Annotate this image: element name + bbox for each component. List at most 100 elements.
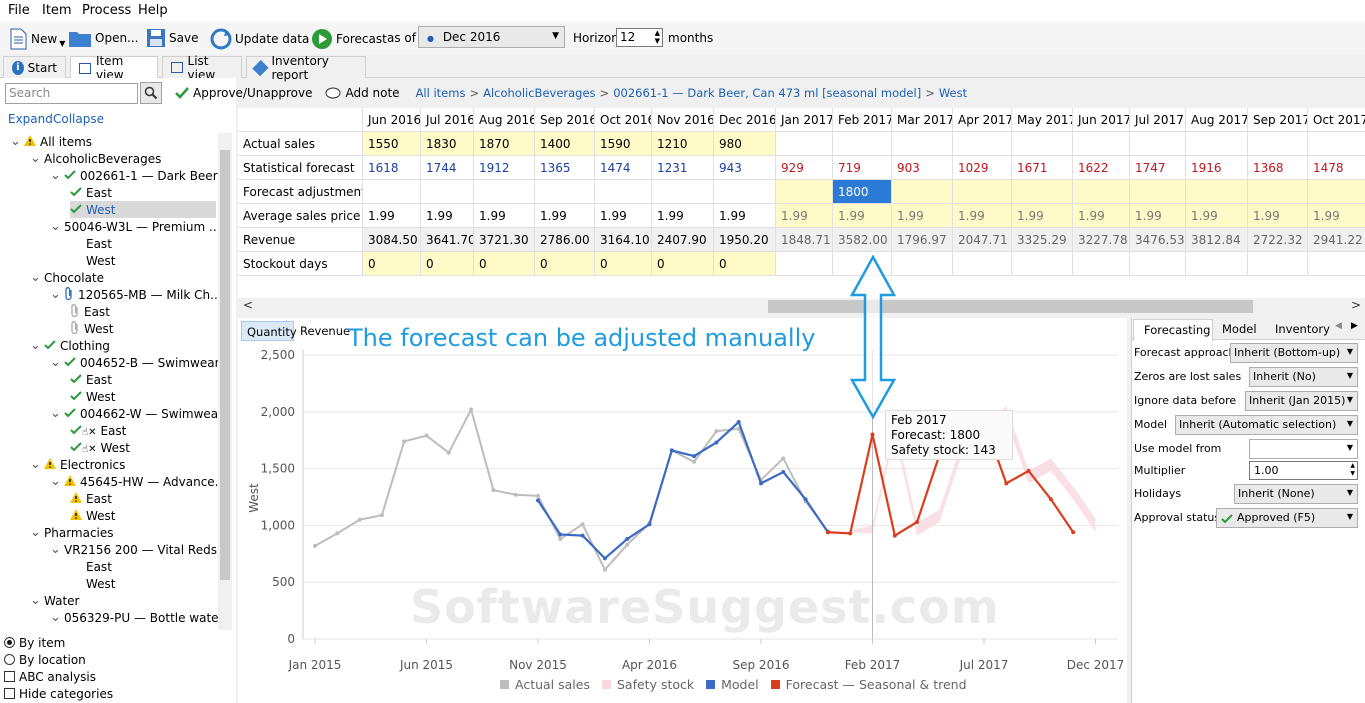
tab-scroll-right-icon[interactable]: ▶ [1351, 321, 1358, 331]
column-header[interactable]: Aug 2017 [1186, 108, 1248, 132]
by-item-radio[interactable]: By item [4, 634, 65, 651]
save-button[interactable]: Save [146, 28, 198, 48]
chevron-down-icon[interactable]: ⌄ [50, 220, 61, 233]
chevron-down-icon[interactable]: ⌄ [50, 288, 61, 301]
column-header[interactable]: Sep 2016 [535, 108, 595, 132]
adjustment-cell[interactable] [1308, 180, 1365, 204]
column-header[interactable]: Nov 2016 [652, 108, 714, 132]
chevron-down-icon[interactable]: ⌄ [30, 271, 41, 284]
menu-file[interactable]: File [8, 3, 30, 18]
chevron-down-icon[interactable]: ⌄ [50, 611, 61, 624]
adjustment-cell[interactable] [1073, 180, 1130, 204]
adjustment-cell[interactable]: 1800 [833, 180, 892, 204]
tree-category[interactable]: ⌄ Electronics [30, 456, 125, 473]
chevron-down-icon[interactable]: ⌄ [50, 407, 61, 420]
chevron-down-icon[interactable]: ⌄ [30, 458, 41, 471]
tree-category[interactable]: ⌄ AlcoholicBeverages [30, 150, 161, 167]
tree-location[interactable]: West [70, 388, 116, 405]
tree-item[interactable]: ⌄ 120565-MB — Milk Ch... [50, 286, 218, 303]
search-input[interactable]: Search [5, 83, 138, 104]
grid-horizontal-scrollbar[interactable]: < > [238, 298, 1365, 315]
tree-category[interactable]: ⌄ Chocolate [30, 269, 104, 286]
adjustment-cell[interactable] [953, 180, 1012, 204]
tree-item[interactable]: ⌄ 002661-1 — Dark Beer, ... [50, 167, 218, 184]
scroll-thumb[interactable] [768, 300, 1253, 313]
search-button[interactable] [140, 82, 162, 104]
tree-scrollbar[interactable] [218, 133, 232, 630]
column-header[interactable]: Apr 2017 [953, 108, 1012, 132]
abc-analysis-checkbox[interactable]: ABC analysis [4, 668, 96, 685]
chevron-down-icon[interactable]: ⌄ [50, 475, 61, 488]
tree-location[interactable]: ☝✕ West [70, 439, 130, 456]
chevron-down-icon[interactable]: ⌄ [30, 152, 41, 165]
menu-process[interactable]: Process [82, 3, 131, 18]
tab-model[interactable]: Model [1222, 322, 1257, 336]
zeros-lost-sales-select[interactable]: Inherit (No) [1249, 367, 1358, 387]
spinner-icon[interactable]: ▲ ▼ [1350, 462, 1355, 478]
tree-item[interactable]: ⌄ 45645-HW — Advance... [50, 473, 218, 490]
chevron-down-icon[interactable]: ⌄ [50, 543, 61, 556]
tree-location[interactable]: West [70, 201, 216, 218]
column-header[interactable]: May 2017 [1012, 108, 1073, 132]
tab-inventory[interactable]: Inventory [1275, 322, 1330, 336]
tree-category[interactable]: ⌄ Water [30, 592, 79, 609]
tree-item[interactable]: ⌄ 004652-B — Swimwear... [50, 354, 218, 371]
model-select[interactable]: Inherit (Automatic selection) [1175, 415, 1358, 435]
tree-root[interactable]: ⌄ All items [10, 133, 92, 150]
column-header[interactable]: Feb 2017 [833, 108, 892, 132]
adjustment-cell[interactable] [652, 180, 714, 204]
tab-forecasting[interactable]: Forecasting [1133, 319, 1213, 341]
column-header[interactable]: Dec 2016 [714, 108, 776, 132]
tree-location[interactable]: East [70, 303, 110, 320]
column-header[interactable]: Jan 2017 [776, 108, 833, 132]
adjustment-cell[interactable] [1130, 180, 1186, 204]
tree-location[interactable]: East [70, 558, 112, 575]
menu-help[interactable]: Help [138, 3, 168, 18]
tab-item-view[interactable]: Item view [70, 54, 158, 82]
tree-location[interactable]: West [70, 252, 116, 269]
tree-location[interactable]: East [70, 490, 112, 507]
as-of-select[interactable]: ● Dec 2016 ▼ [418, 26, 565, 48]
adjustment-cell[interactable] [776, 180, 833, 204]
adjustment-cell[interactable] [535, 180, 595, 204]
collapse-link[interactable]: Collapse [53, 112, 104, 126]
chevron-down-icon[interactable]: ⌄ [50, 356, 61, 369]
add-note-button[interactable]: Add note [325, 86, 400, 100]
tree-location[interactable]: East [70, 371, 112, 388]
scroll-left-icon[interactable]: < [243, 298, 253, 312]
tree-category[interactable]: ⌄ Pharmacies [30, 524, 114, 541]
tab-inventory-report[interactable]: Inventory report [246, 54, 366, 82]
chevron-down-icon[interactable]: ⌄ [30, 526, 41, 539]
menu-item[interactable]: Item [42, 3, 72, 18]
expand-link[interactable]: Expand [8, 112, 53, 126]
adjustment-cell[interactable] [1186, 180, 1248, 204]
tree-item[interactable]: ⌄VR2156 200 — Vital Reds 2... [50, 541, 218, 558]
column-header[interactable]: Mar 2017 [892, 108, 953, 132]
tree-location[interactable]: West [70, 507, 116, 524]
tree-location[interactable]: East [70, 235, 112, 252]
breadcrumb-all-items[interactable]: All items [416, 86, 466, 100]
adjustment-cell[interactable] [421, 180, 474, 204]
approval-status-select[interactable]: Approved (F5) [1216, 508, 1358, 528]
approve-button[interactable]: Approve/Unapprove [175, 86, 312, 100]
column-header[interactable]: Jul 2016 [421, 108, 474, 132]
multiplier-input[interactable]: 1.00 ▲ ▼ [1249, 461, 1358, 480]
holidays-select[interactable]: Inherit (None) [1234, 484, 1358, 504]
tree-category[interactable]: ⌄ Clothing [30, 337, 110, 354]
horizon-input[interactable]: 12 ▲ ▼ [616, 28, 663, 47]
adjustment-cell[interactable] [474, 180, 535, 204]
tree-item[interactable]: ⌄ 50046-W3L — Premium ... [50, 218, 218, 235]
tab-start[interactable]: i Start [3, 56, 66, 78]
hide-categories-checkbox[interactable]: Hide categories [4, 685, 113, 702]
column-header[interactable]: Jun 2017 [1073, 108, 1130, 132]
update-data-button[interactable]: Update data [210, 28, 309, 50]
breadcrumb-category[interactable]: AlcoholicBeverages [483, 86, 595, 100]
adjustment-cell[interactable] [595, 180, 652, 204]
adjustment-cell[interactable] [892, 180, 953, 204]
forecast-button[interactable]: Forecast [311, 28, 387, 50]
chevron-down-icon[interactable]: ⌄ [10, 135, 21, 148]
tree-location[interactable]: ☝✕ East [70, 422, 126, 439]
forecast-approach-select[interactable]: Inherit (Bottom-up) [1230, 343, 1358, 363]
column-header[interactable]: Aug 2016 [474, 108, 535, 132]
adjustment-cell[interactable] [1012, 180, 1073, 204]
